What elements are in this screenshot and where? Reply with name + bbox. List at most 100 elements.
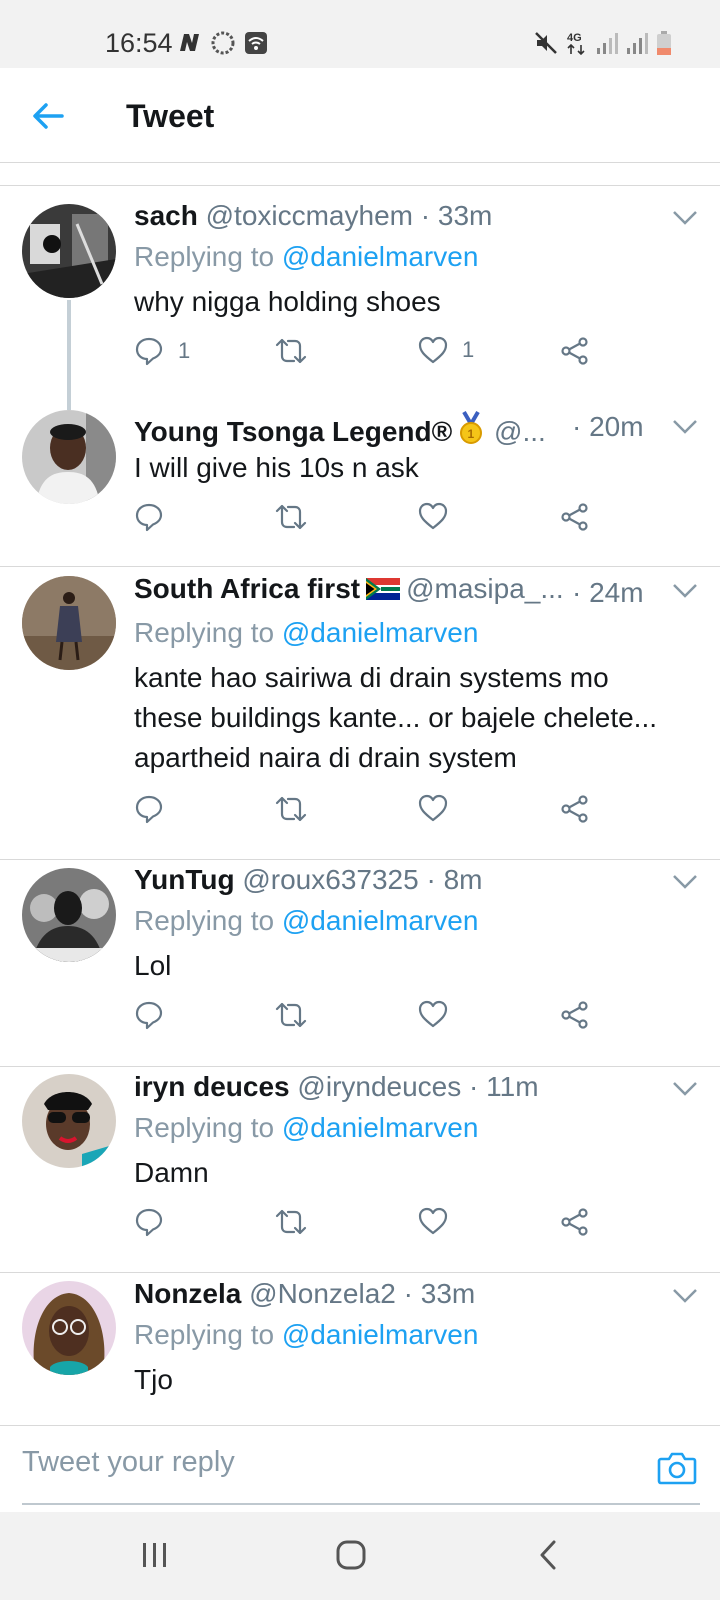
- tweet-time: · 33m: [403, 1278, 476, 1309]
- retweet-icon: [275, 1209, 307, 1235]
- like-button[interactable]: [418, 1000, 448, 1028]
- tweet-text-line: Lol: [134, 950, 172, 981]
- user-handle[interactable]: @roux637325: [242, 864, 418, 896]
- tweet-text-line: I will give his 10s n ask: [134, 452, 419, 483]
- svg-text:1: 1: [468, 427, 475, 441]
- status-bar: 16:54 4G: [0, 0, 720, 68]
- reply-button[interactable]: 1: [134, 336, 190, 366]
- replying-to: Replying to @danielmarven: [134, 617, 478, 649]
- mention-link[interactable]: @danielmarven: [282, 241, 479, 272]
- display-name[interactable]: South Africa first: [134, 573, 360, 605]
- tweet-author-line: South Africa first @masipa_...: [134, 573, 564, 605]
- share-button[interactable]: [560, 1207, 590, 1237]
- replying-to: Replying to @danielmarven: [134, 905, 478, 937]
- avatar[interactable]: [22, 576, 116, 670]
- reply-list: sach @toxiccmayhem · 33m Replying to @da…: [0, 186, 720, 1425]
- retweet-button[interactable]: [274, 502, 308, 532]
- replying-to-prefix: Replying to: [134, 905, 275, 936]
- tweet-time: · 20m: [572, 411, 644, 442]
- reply-button[interactable]: [134, 1207, 164, 1237]
- mention-link[interactable]: @danielmarven: [282, 617, 479, 648]
- chevron-down-icon[interactable]: [672, 874, 698, 890]
- mention-link[interactable]: @danielmarven: [282, 1112, 479, 1143]
- sync-icon: [211, 31, 235, 55]
- page-title: Tweet: [126, 98, 215, 134]
- home-icon: [336, 1540, 366, 1570]
- tweet-text-line: kante hao sairiwa di drain systems mo: [134, 662, 609, 693]
- display-name[interactable]: YunTug: [134, 864, 235, 896]
- share-icon: [561, 1208, 588, 1236]
- signal-icon: [627, 33, 648, 54]
- retweet-button[interactable]: [274, 336, 308, 366]
- chevron-down-icon[interactable]: [672, 1288, 698, 1304]
- user-handle[interactable]: @Nonzela2: [249, 1278, 396, 1310]
- mention-link[interactable]: @danielmarven: [282, 1319, 479, 1350]
- reply-button[interactable]: [134, 502, 164, 532]
- tweet-text: Tjo: [134, 1360, 694, 1400]
- thread-connector: [67, 300, 71, 410]
- back-button[interactable]: [28, 96, 68, 136]
- retweet-button[interactable]: [274, 1000, 308, 1030]
- tweet-actions: [134, 502, 614, 542]
- like-button[interactable]: 1: [418, 336, 474, 364]
- nav-back-button[interactable]: [532, 1538, 572, 1572]
- display-name[interactable]: sach: [134, 200, 198, 232]
- tweet-text: Damn: [134, 1153, 694, 1193]
- chevron-down-icon[interactable]: [672, 210, 698, 226]
- status-time: 16:54: [105, 28, 173, 58]
- tweet-divider: [0, 1272, 720, 1273]
- like-button[interactable]: [418, 794, 448, 822]
- avatar[interactable]: [22, 1281, 116, 1375]
- reply-input[interactable]: Tweet your reply: [22, 1446, 235, 1479]
- tweet-text: kante hao sairiwa di drain systems mo th…: [134, 658, 694, 778]
- avatar[interactable]: [22, 204, 116, 298]
- replying-to: Replying to @danielmarven: [134, 1112, 478, 1144]
- like-count: 1: [462, 337, 475, 362]
- retweet-icon: [275, 1002, 307, 1028]
- reply-button[interactable]: [134, 1000, 164, 1030]
- share-icon: [561, 1001, 588, 1029]
- chevron-down-icon[interactable]: [672, 419, 698, 435]
- display-name[interactable]: iryn deuces: [134, 1071, 290, 1103]
- share-button[interactable]: [560, 1000, 590, 1030]
- avatar[interactable]: [22, 868, 116, 962]
- heart-icon: [418, 1000, 448, 1028]
- reply-button[interactable]: [134, 794, 164, 824]
- retweet-button[interactable]: [274, 1207, 308, 1237]
- retweet-icon: [275, 796, 307, 822]
- mention-link[interactable]: @danielmarven: [282, 905, 479, 936]
- tweet-actions: 1 1: [134, 336, 614, 376]
- user-handle[interactable]: @toxiccmayhem: [206, 200, 413, 232]
- user-handle[interactable]: @...: [494, 416, 546, 448]
- arrow-left-icon: [33, 103, 64, 129]
- like-button[interactable]: [418, 1207, 448, 1235]
- recents-button[interactable]: [138, 1538, 178, 1572]
- avatar[interactable]: [22, 1074, 116, 1168]
- app-header: Tweet: [0, 68, 720, 163]
- tweet-author-line: Young Tsonga Legend® 1 @...: [134, 407, 546, 448]
- share-button[interactable]: [560, 794, 590, 824]
- comment-icon: [135, 503, 163, 532]
- tweet-text-line: Damn: [134, 1157, 209, 1188]
- like-button[interactable]: [418, 502, 448, 530]
- avatar[interactable]: [22, 410, 116, 504]
- home-button[interactable]: [334, 1538, 374, 1572]
- comment-icon: [135, 1001, 163, 1030]
- display-name[interactable]: Nonzela: [134, 1278, 241, 1310]
- tweet-text-line: these buildings kante... or bajele chele…: [134, 702, 658, 733]
- retweet-button[interactable]: [274, 794, 308, 824]
- share-button[interactable]: [560, 502, 590, 532]
- replying-to: Replying to @danielmarven: [134, 241, 478, 273]
- chevron-down-icon[interactable]: [672, 583, 698, 599]
- tweet-text-line: Tjo: [134, 1364, 173, 1395]
- tweet-time: · 8m: [426, 864, 483, 895]
- replying-to-prefix: Replying to: [134, 241, 275, 272]
- camera-button[interactable]: [657, 1450, 697, 1486]
- display-name[interactable]: Young Tsonga Legend®: [134, 416, 452, 448]
- camera-icon: [657, 1452, 697, 1485]
- user-handle[interactable]: @iryndeuces: [297, 1071, 461, 1103]
- comment-icon: [135, 1208, 163, 1237]
- share-button[interactable]: [560, 336, 590, 366]
- user-handle[interactable]: @masipa_...: [406, 573, 564, 605]
- chevron-down-icon[interactable]: [672, 1081, 698, 1097]
